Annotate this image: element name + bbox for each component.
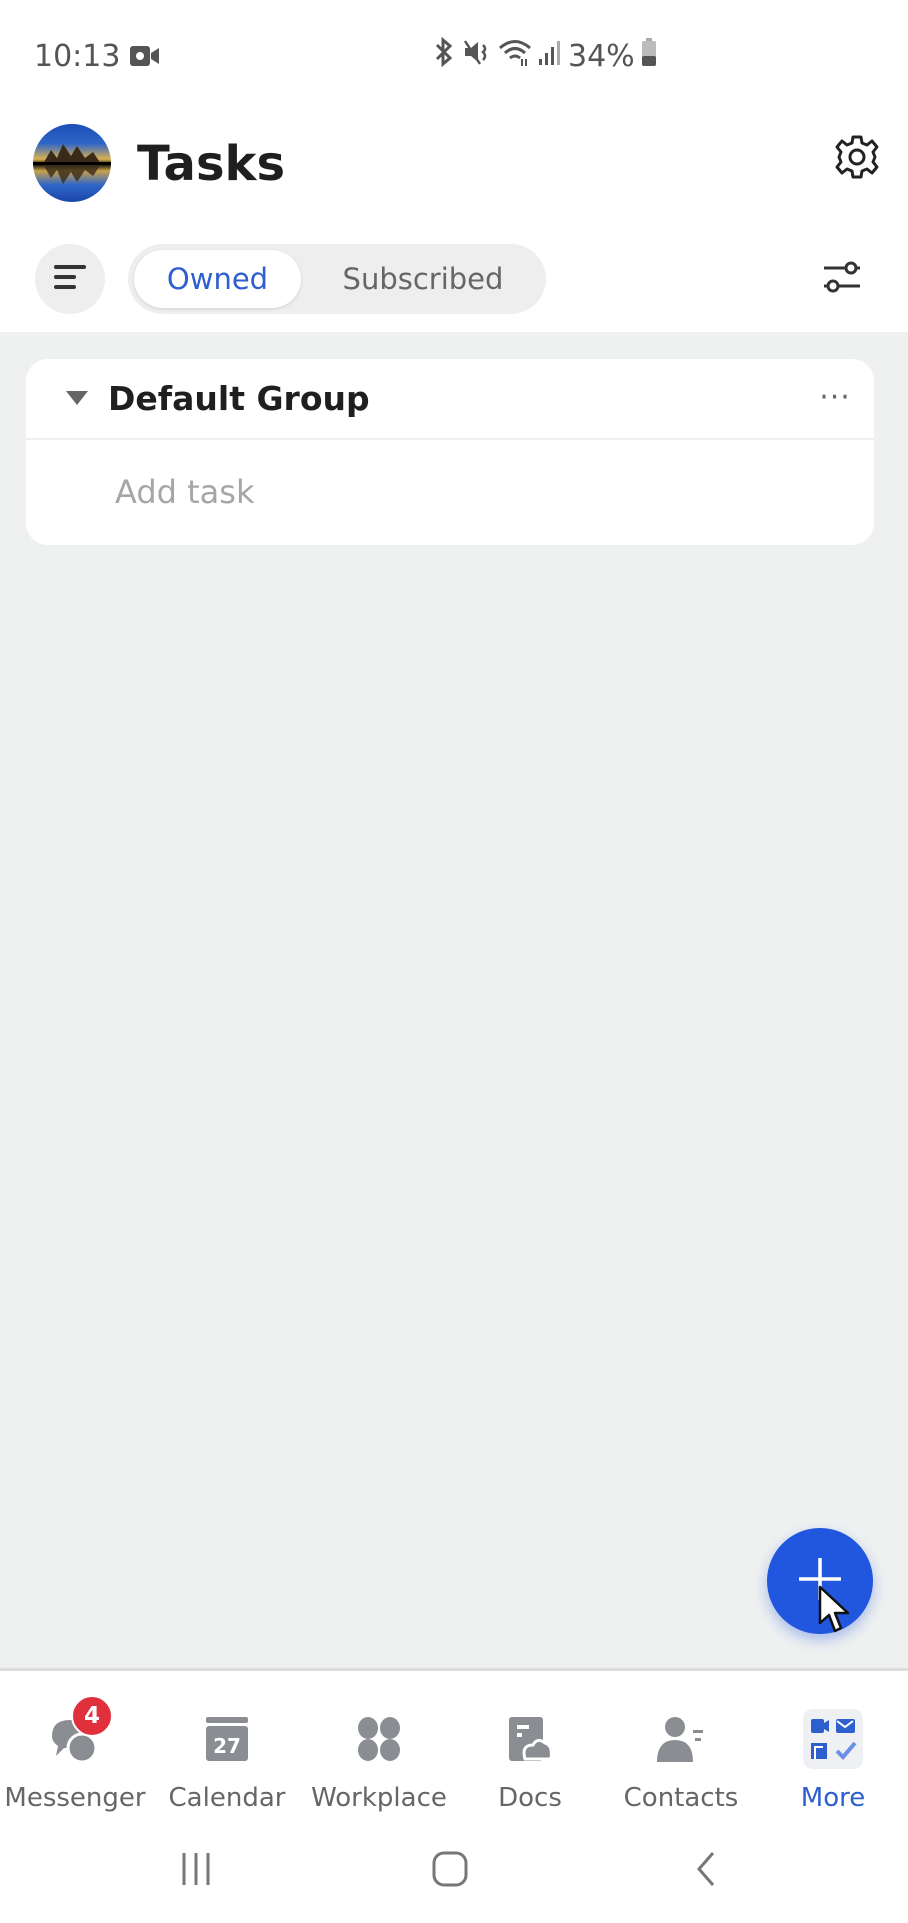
nav-label: Messenger	[4, 1783, 146, 1813]
group-name: Default Group	[108, 379, 370, 418]
back-icon	[693, 1850, 717, 1892]
nav-label: Contacts	[623, 1783, 739, 1813]
contacts-icon	[651, 1709, 711, 1769]
mute-icon	[462, 37, 492, 75]
top-section: 10:13 34% Tasks Owned Subscribed	[0, 0, 908, 332]
home-icon	[431, 1850, 469, 1892]
video-recording-icon	[130, 45, 160, 67]
recents-button[interactable]	[136, 1826, 256, 1916]
tab-subscribed[interactable]: Subscribed	[306, 250, 540, 308]
nav-label: Workplace	[311, 1783, 447, 1813]
nav-more[interactable]: More	[758, 1671, 908, 1831]
signal-icon	[538, 37, 562, 75]
menu-button[interactable]	[35, 244, 105, 314]
nav-workplace[interactable]: Workplace	[304, 1671, 454, 1831]
nav-label: Calendar	[168, 1783, 286, 1813]
menu-icon	[53, 262, 87, 296]
settings-button[interactable]	[827, 129, 887, 189]
status-bar-right: 34%	[432, 36, 657, 76]
calendar-icon: 27	[197, 1709, 257, 1769]
workplace-icon	[349, 1709, 409, 1769]
battery-icon	[641, 37, 657, 75]
status-bar-time: 10:13	[34, 36, 160, 76]
nav-contacts[interactable]: Contacts	[606, 1671, 756, 1831]
group-header[interactable]: Default Group ···	[26, 359, 874, 440]
tab-owned[interactable]: Owned	[134, 250, 301, 308]
unread-badge: 4	[71, 1695, 113, 1737]
mouse-cursor-icon	[818, 1585, 852, 1639]
page-title: Tasks	[137, 136, 286, 192]
nav-calendar[interactable]: 27 Calendar	[152, 1671, 302, 1831]
nav-label: Docs	[498, 1783, 562, 1813]
group-more-button[interactable]: ···	[812, 377, 858, 417]
user-avatar[interactable]	[33, 124, 111, 202]
calendar-day: 27	[213, 1734, 241, 1758]
nav-docs[interactable]: Docs	[455, 1671, 605, 1831]
battery-percent: 34%	[568, 38, 635, 74]
bluetooth-icon	[432, 36, 456, 75]
nav-label: More	[800, 1783, 866, 1813]
nav-messenger[interactable]: 4 Messenger	[0, 1671, 150, 1831]
time-text: 10:13	[34, 38, 121, 74]
filter-button[interactable]	[812, 249, 872, 309]
recents-icon	[178, 1851, 214, 1891]
home-button[interactable]	[390, 1826, 510, 1916]
system-navigation-bar	[0, 1826, 908, 1916]
more-apps-icon	[803, 1709, 863, 1769]
gear-icon	[833, 133, 881, 185]
add-task-input[interactable]: Add task	[115, 469, 254, 515]
docs-icon	[500, 1709, 560, 1769]
collapse-caret-icon[interactable]	[66, 391, 88, 405]
back-button[interactable]	[645, 1826, 765, 1916]
sliders-icon	[822, 257, 862, 301]
wifi-icon	[498, 37, 532, 75]
owned-subscribed-toggle: Owned Subscribed	[128, 244, 546, 314]
task-group-card: Default Group ··· Add task	[26, 359, 874, 545]
messenger-icon: 4	[45, 1695, 113, 1769]
